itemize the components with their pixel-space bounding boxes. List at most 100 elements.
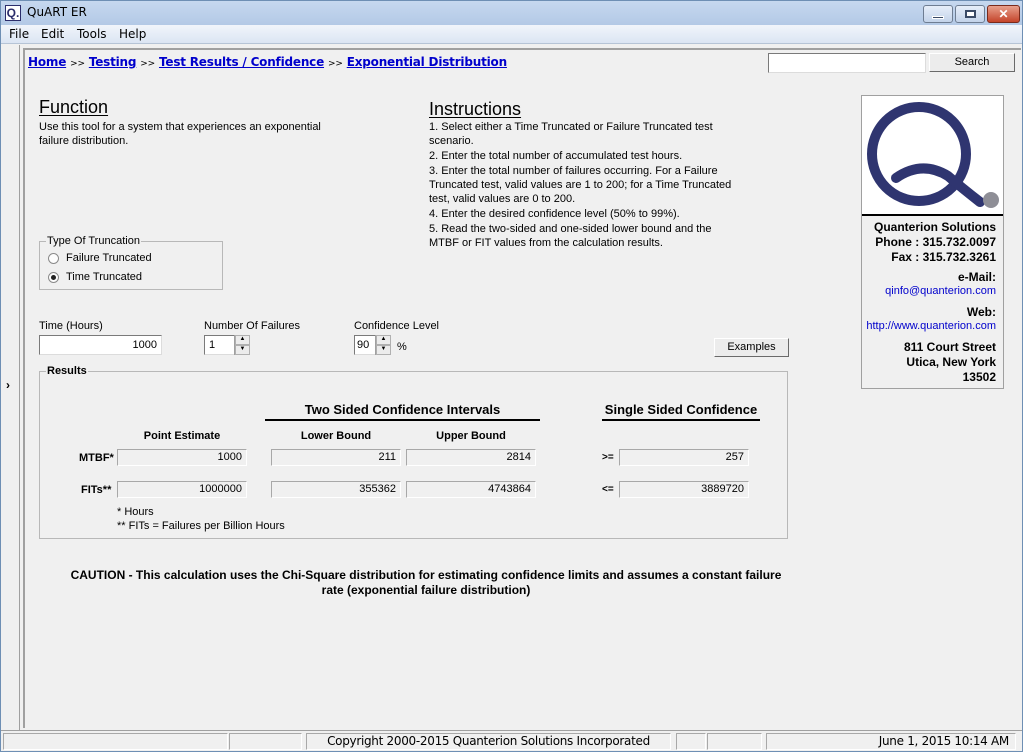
email-link[interactable]: qinfo@quanterion.com	[885, 285, 996, 297]
company-name: Quanterion Solutions	[874, 220, 996, 234]
status-bar: Copyright 2000-2015 Quanterion Solutions…	[1, 730, 1022, 751]
radio-time-truncated[interactable]: Time Truncated	[48, 271, 142, 283]
breadcrumb-test-results[interactable]: Test Results / Confidence	[159, 55, 324, 69]
truncation-group: Type Of Truncation Failure Truncated Tim…	[39, 235, 223, 290]
fits-single-operator: <=	[602, 484, 614, 495]
fits-label: FITs**	[81, 484, 112, 496]
status-pane-empty	[229, 733, 302, 750]
breadcrumb-separator: >>	[140, 59, 155, 69]
radio-failure-truncated[interactable]: Failure Truncated	[48, 252, 152, 264]
status-copyright: Copyright 2000-2015 Quanterion Solutions…	[306, 733, 671, 750]
spin-up-icon[interactable]: ▲	[376, 335, 391, 345]
radio-label: Failure Truncated	[66, 252, 152, 264]
company-logo	[862, 96, 1003, 216]
two-sided-underline	[265, 419, 540, 421]
breadcrumb-testing[interactable]: Testing	[89, 55, 137, 69]
company-city: Utica, New York	[906, 355, 996, 369]
maximize-button[interactable]	[955, 5, 985, 23]
results-legend: Results	[46, 365, 88, 377]
instruction-step: 1. Select either a Time Truncated or Fai…	[429, 121, 713, 147]
search-input[interactable]	[768, 53, 926, 73]
menu-file[interactable]: File	[9, 27, 29, 41]
company-info-panel: Quanterion Solutions Phone : 315.732.009…	[861, 95, 1004, 389]
breadcrumb-separator: >>	[328, 59, 343, 69]
radio-label: Time Truncated	[66, 271, 143, 283]
instruction-step: 5. Read the two-sided and one-sided lowe…	[429, 223, 712, 249]
failures-input[interactable]	[204, 335, 236, 355]
menu-edit[interactable]: Edit	[41, 27, 64, 41]
truncation-legend: Type Of Truncation	[46, 235, 141, 247]
web-label: Web:	[966, 305, 996, 319]
failures-stepper[interactable]: ▲ ▼	[234, 335, 250, 355]
title-bar: Q. QuART ER ✕	[1, 1, 1022, 25]
failures-label: Number Of Failures	[204, 320, 300, 332]
lower-bound-header: Lower Bound	[300, 430, 372, 442]
function-description: Use this tool for a system that experien…	[39, 121, 321, 147]
examples-button[interactable]: Examples	[714, 338, 789, 357]
breadcrumb: Home >> Testing >> Test Results / Confidence…	[28, 55, 507, 69]
footnote-hours: * Hours	[117, 506, 154, 518]
status-pane-empty	[707, 733, 762, 750]
minimize-icon	[932, 15, 944, 19]
two-sided-header: Two Sided Confidence Intervals	[304, 402, 501, 417]
mtbf-single-sided: 257	[619, 449, 749, 466]
mtbf-label: MTBF*	[79, 452, 114, 464]
instruction-step: 2. Enter the total number of accumulated…	[429, 150, 683, 162]
spin-up-icon[interactable]: ▲	[235, 335, 250, 345]
mtbf-point-estimate: 1000	[117, 449, 247, 466]
caution-note: CAUTION - This calculation uses the Chi-…	[70, 568, 782, 597]
menu-help[interactable]: Help	[119, 27, 146, 41]
confidence-input[interactable]	[354, 335, 376, 355]
instruction-step: 4. Enter the desired confidence level (5…	[429, 208, 680, 220]
spin-down-icon[interactable]: ▼	[376, 345, 391, 355]
company-phone: Phone : 315.732.0097	[875, 235, 996, 249]
app-logo-icon: Q.	[5, 5, 21, 21]
status-datetime: June 1, 2015 10:14 AM	[766, 733, 1016, 750]
expand-panel-icon[interactable]: ›	[6, 378, 10, 392]
single-sided-header: Single Sided Confidence	[604, 402, 758, 417]
percent-unit: %	[397, 341, 407, 353]
fits-single-sided: 3889720	[619, 481, 749, 498]
side-panel-strip: ›	[1, 45, 20, 730]
fits-lower-bound: 355362	[271, 481, 401, 498]
instructions-title: Instructions	[429, 99, 522, 119]
maximize-icon	[964, 10, 976, 18]
instruction-step: 3. Enter the total number of failures oc…	[429, 165, 732, 205]
radio-button-icon[interactable]	[48, 252, 59, 264]
confidence-stepper[interactable]: ▲ ▼	[375, 335, 391, 355]
menu-tools[interactable]: Tools	[77, 27, 107, 41]
mtbf-upper-bound: 2814	[406, 449, 536, 466]
mtbf-lower-bound: 211	[271, 449, 401, 466]
footnote-fits: ** FITs = Failures per Billion Hours	[117, 520, 285, 532]
minimize-button[interactable]	[923, 5, 953, 23]
fits-point-estimate: 1000000	[117, 481, 247, 498]
company-street: 811 Court Street	[903, 340, 996, 354]
web-link[interactable]: http://www.quanterion.com	[866, 320, 996, 332]
logo-dot	[983, 192, 999, 208]
time-hours-label: Time (Hours)	[39, 320, 103, 332]
close-button[interactable]: ✕	[987, 5, 1020, 23]
breadcrumb-separator: >>	[70, 59, 85, 69]
fits-upper-bound: 4743864	[406, 481, 536, 498]
app-window: Q. QuART ER ✕ File Edit Tools Help › Hom…	[0, 0, 1023, 752]
single-sided-underline	[602, 419, 760, 421]
search-button[interactable]: Search	[929, 53, 1015, 72]
email-label: e-Mail:	[957, 270, 996, 284]
menu-bar: File Edit Tools Help	[1, 25, 1022, 44]
status-pane-empty	[3, 733, 228, 750]
instructions-list: 1. Select either a Time Truncated or Fai…	[429, 120, 739, 251]
spin-down-icon[interactable]: ▼	[235, 345, 250, 355]
breadcrumb-exponential-distribution[interactable]: Exponential Distribution	[347, 55, 507, 69]
company-zip: 13502	[962, 370, 996, 384]
upper-bound-header: Upper Bound	[436, 430, 506, 442]
breadcrumb-home[interactable]: Home	[28, 55, 66, 69]
quanterion-q-logo-icon	[867, 102, 999, 208]
confidence-label: Confidence Level	[354, 320, 440, 332]
radio-button-checked-icon[interactable]	[48, 271, 59, 283]
status-pane-empty	[676, 733, 706, 750]
window-title: QuART ER	[27, 5, 87, 19]
time-hours-input[interactable]	[39, 335, 162, 355]
mtbf-single-operator: >=	[602, 452, 614, 463]
close-icon: ✕	[998, 7, 1009, 21]
function-title: Function	[39, 97, 109, 117]
